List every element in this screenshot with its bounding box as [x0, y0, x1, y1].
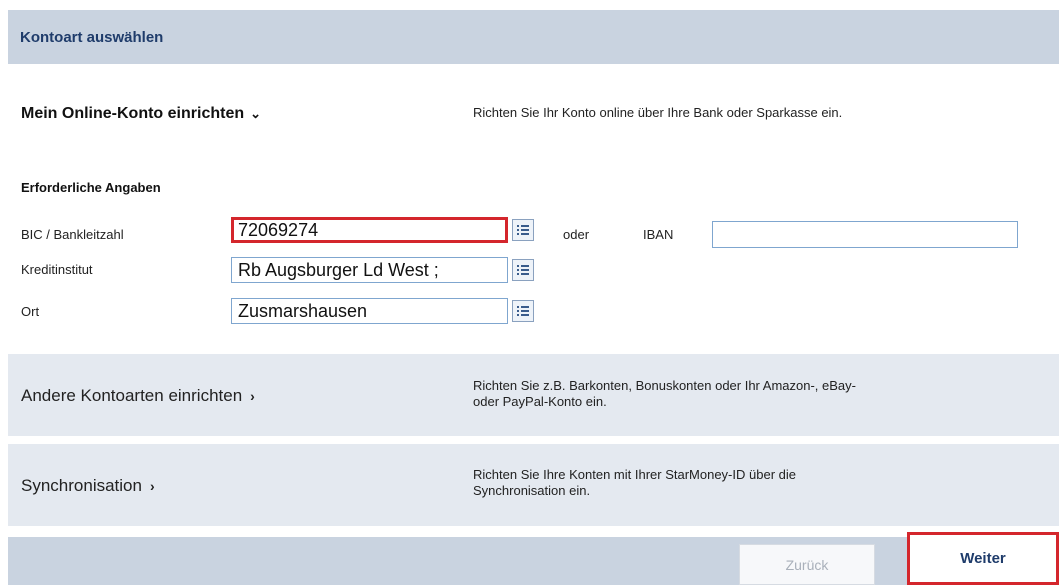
institute-list-button[interactable] [512, 259, 534, 281]
next-button[interactable]: Weiter [907, 532, 1059, 585]
iban-label: IBAN [643, 227, 674, 242]
bic-label: BIC / Bankleitzahl [21, 227, 124, 242]
list-icon [517, 306, 529, 316]
back-button[interactable]: Zurück [739, 544, 875, 585]
chevron-right-icon: › [250, 388, 255, 404]
description-line: Richten Sie z.B. Barkonten, Bonuskonten … [473, 378, 856, 393]
online-konto-title: Mein Online-Konto einrichten [21, 105, 245, 122]
city-label: Ort [21, 304, 40, 319]
list-icon [517, 225, 529, 235]
other-account-types-title: Andere Kontoarten einrichten [21, 386, 243, 405]
chevron-down-icon: ⌄ [250, 106, 262, 121]
synchronisation-description: Richten Sie Ihre Konten mit Ihrer StarMo… [473, 467, 1033, 499]
dialog-footer [8, 537, 1059, 585]
dialog-title: Kontoart auswählen [20, 28, 164, 46]
online-konto-toggle[interactable]: Mein Online-Konto einrichten ⌄ [21, 105, 261, 123]
synchronisation-title: Synchronisation [21, 476, 142, 495]
other-account-types-description: Richten Sie z.B. Barkonten, Bonuskonten … [473, 378, 1033, 410]
dialog-header: Kontoart auswählen [8, 10, 1059, 64]
bic-list-button[interactable] [512, 219, 534, 241]
bic-input[interactable] [231, 217, 508, 243]
description-line: Synchronisation ein. [473, 483, 591, 498]
city-input[interactable] [231, 298, 508, 324]
city-list-button[interactable] [512, 300, 534, 322]
oder-label: oder [563, 227, 590, 242]
iban-input[interactable] [712, 221, 1018, 248]
institute-label: Kreditinstitut [21, 262, 93, 277]
list-icon [517, 265, 529, 275]
description-line: oder PayPal-Konto ein. [473, 394, 607, 409]
institute-input[interactable] [231, 257, 508, 283]
synchronisation-link[interactable]: Synchronisation › [21, 476, 155, 496]
online-konto-description: Richten Sie Ihr Konto online über Ihre B… [473, 105, 843, 120]
other-account-types-link[interactable]: Andere Kontoarten einrichten › [21, 386, 255, 406]
description-line: Richten Sie Ihre Konten mit Ihrer StarMo… [473, 467, 796, 482]
chevron-right-icon: › [149, 478, 155, 494]
required-fields-heading: Erforderliche Angaben [21, 180, 161, 195]
